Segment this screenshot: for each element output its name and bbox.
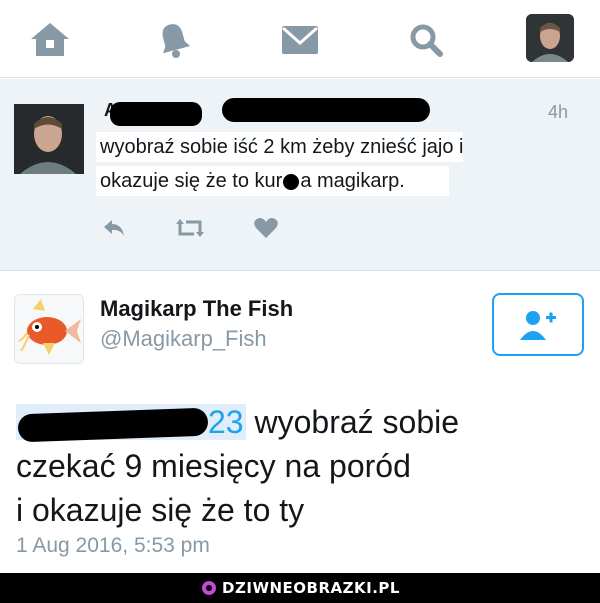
- tweet-actions: [100, 214, 300, 242]
- avatar[interactable]: [14, 104, 84, 174]
- heart-icon[interactable]: [252, 214, 280, 247]
- reply-icon[interactable]: [100, 214, 128, 247]
- tweet-timestamp[interactable]: 1 Aug 2016, 5:53 pm: [16, 534, 210, 558]
- watermark-bar: DZIWNEOBRAZKI.PL: [0, 573, 600, 603]
- redacted-username: Alex Baker: [104, 98, 430, 126]
- brand-text: DZIWNEOBRAZKI.PL: [222, 579, 400, 597]
- tweet-line-2: okazuje się że to kur a magikarp.: [96, 166, 449, 196]
- display-name[interactable]: Magikarp The Fish: [100, 296, 293, 322]
- tweet-line-1: wyobraź sobie iść 2 km żeby znieść jajo …: [96, 132, 464, 162]
- mail-icon[interactable]: [278, 20, 322, 60]
- tweet-text-line-2: czekać 9 miesięcy na poród: [16, 448, 411, 484]
- tweet-text: 23 wyobraź sobie czekać 9 miesięcy na po…: [16, 400, 586, 532]
- tweet-time: 4h: [548, 102, 569, 122]
- screen: { "nav": { "items": ["home-icon","bell-i…: [0, 0, 600, 603]
- top-nav: [0, 0, 600, 78]
- tweet-text-line-3: i okazuje się że to ty: [16, 492, 305, 528]
- home-icon[interactable]: [28, 20, 72, 60]
- search-icon[interactable]: [404, 20, 448, 60]
- follow-button[interactable]: [492, 293, 584, 356]
- divider: [0, 270, 600, 271]
- tweet-body: wyobraź sobie iść 2 km żeby znieść jajo …: [96, 132, 566, 196]
- user-handle[interactable]: @Magikarp_Fish: [100, 326, 267, 352]
- bell-icon[interactable]: [152, 20, 196, 60]
- redaction-blot: [17, 407, 209, 442]
- profile-avatar[interactable]: [526, 14, 574, 62]
- tweet-text-line-1: 23 wyobraź sobie: [16, 400, 586, 444]
- magikarp-avatar[interactable]: [14, 294, 84, 364]
- add-user-icon: [520, 310, 556, 340]
- brand-icon: [202, 581, 217, 595]
- redaction-blot: [283, 173, 300, 190]
- retweet-icon[interactable]: [174, 214, 206, 247]
- mention-link[interactable]: 23: [16, 404, 246, 442]
